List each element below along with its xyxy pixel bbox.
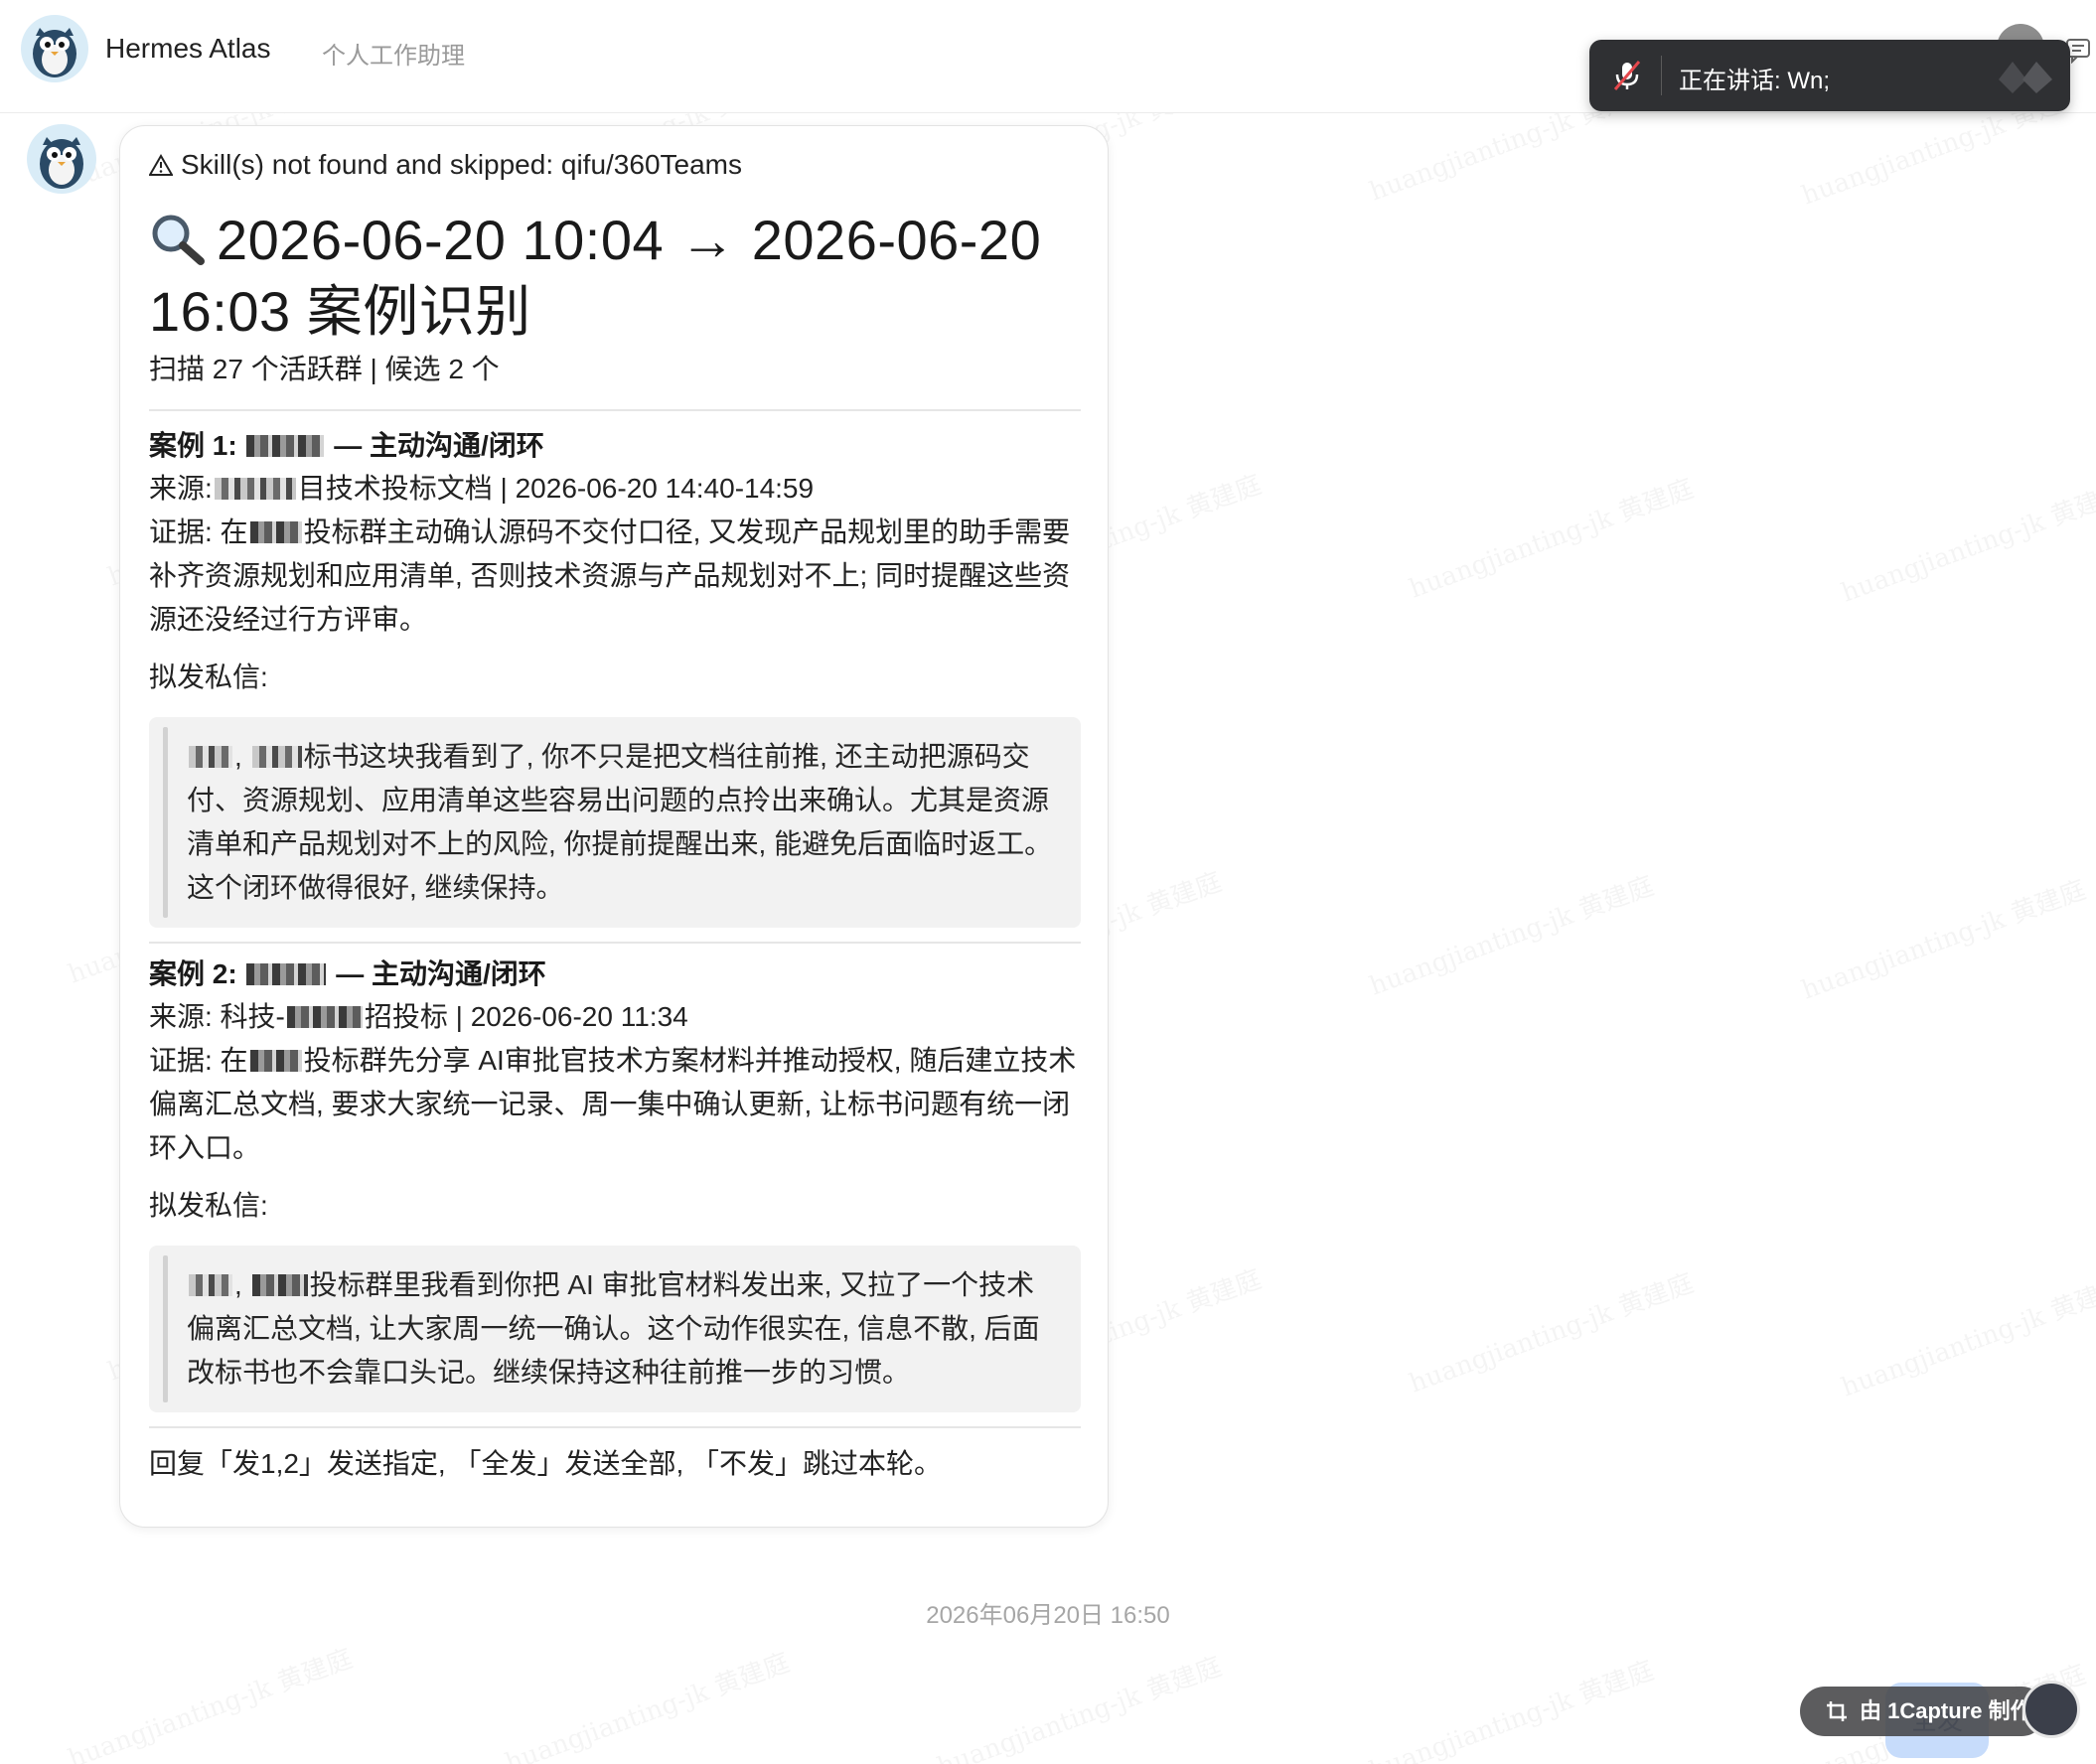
watermark-text: huangjianting-jk 黄建庭 [1796, 869, 2090, 1006]
draft-message-text: , 投标群里我看到你把 AI 审批官材料发出来, 又拉了一个技术偏离汇总文档, … [187, 1269, 1040, 1388]
divider [149, 409, 1081, 411]
redacted-group [249, 1050, 302, 1072]
redacted-project [251, 1274, 308, 1296]
scan-summary: 扫描 27 个活跃群 | 候选 2 个 [149, 354, 500, 384]
redacted-name [189, 1274, 232, 1296]
watermark-text: huangjianting-jk 黄建庭 [63, 1638, 357, 1764]
mic-off-icon[interactable] [1609, 58, 1645, 93]
speaking-indicator: 正在讲话: Wn; [1589, 40, 2070, 111]
meeting-logo-icon [1999, 62, 2052, 93]
speaking-divider [1661, 56, 1662, 95]
report-title-text: 2026-06-20 10:04 → 2026-06-20 16:03 案例识别 [149, 209, 1042, 343]
draft-message: , 投标群里我看到你把 AI 审批官材料发出来, 又拉了一个技术偏离汇总文档, … [149, 1246, 1081, 1412]
case-source: 来源: 目技术投标文档 | 2026-06-20 14:40-14:59 [149, 473, 815, 504]
case-tag: — 主动沟通/闭环 [334, 430, 544, 461]
case-label: 案例 2: [149, 958, 237, 989]
capture-author-avatar [2022, 1681, 2080, 1738]
warning-triangle-icon [149, 154, 173, 176]
divider [149, 1426, 1081, 1428]
bot-avatar[interactable] [20, 14, 89, 83]
warning-line: Skill(s) not found and skipped: qifu/360… [149, 145, 1081, 185]
watermark-text: huangjianting-jk 黄建庭 [500, 1642, 794, 1764]
redacted-project [251, 746, 302, 768]
reply-instructions: 回复「发1,2」发送指定, 「全发」发送全部, 「不发」跳过本轮。 [149, 1448, 943, 1479]
redacted-project [214, 478, 296, 500]
watermark-text: huangjianting-jk 黄建庭 [1836, 1266, 2096, 1403]
app-title: Hermes Atlas [105, 33, 271, 64]
case-heading: 案例 1: — 主动沟通/闭环 [149, 425, 1081, 467]
draft-label: 拟发私信: [149, 662, 268, 692]
case-evidence: 证据: 在投标群主动确认源码不交付口径, 又发现产品规划里的助手需要补齐资源规划… [149, 516, 1071, 635]
speaking-text: 正在讲话: Wn; [1679, 68, 1831, 94]
watermark-text: huangjianting-jk 黄建庭 [1364, 865, 1658, 1002]
warning-text: Skill(s) not found and skipped: qifu/360… [181, 149, 742, 180]
watermark-text: huangjianting-jk 黄建庭 [932, 1646, 1226, 1764]
divider [149, 942, 1081, 944]
case-label: 案例 1: [149, 430, 237, 461]
app-subtitle: 个人工作助理 [322, 43, 465, 70]
draft-message: , 标书这块我看到了, 你不只是把文档往前推, 还主动把源码交付、资源规划、应用… [149, 717, 1081, 928]
case-source: 来源: 科技- 招投标 | 2026-06-20 11:34 [149, 1001, 688, 1032]
redacted-group [249, 521, 302, 543]
message-content: Skill(s) not found and skipped: qifu/360… [149, 145, 1081, 1486]
capture-badge[interactable]: 由 1Capture 制作 [1800, 1687, 2046, 1736]
redacted-name [246, 963, 327, 985]
redacted-name [189, 746, 232, 768]
case-evidence: 证据: 在投标群先分享 AI审批官技术方案材料并推动授权, 随后建立技术偏离汇总… [149, 1045, 1077, 1163]
bot-message-avatar[interactable] [26, 123, 97, 195]
capture-badge-text: 由 1Capture 制作 [1860, 1698, 2032, 1723]
crop-icon [1827, 1701, 1847, 1721]
draft-label: 拟发私信: [149, 1190, 268, 1221]
magnifier-icon [152, 215, 205, 265]
redacted-project [286, 1006, 363, 1028]
watermark-text: huangjianting-jk 黄建庭 [1404, 468, 1698, 605]
message-timestamp: 2026年06月20日 16:50 [926, 1602, 1170, 1629]
case-heading: 案例 2: — 主动沟通/闭环 [149, 954, 1081, 995]
redacted-name [246, 435, 325, 457]
report-title: 2026-06-20 10:04 → 2026-06-20 16:03 案例识别 [149, 205, 1081, 348]
case-tag: — 主动沟通/闭环 [336, 958, 546, 989]
watermark-text: huangjianting-jk 黄建庭 [1836, 472, 2096, 609]
draft-message-text: , 标书这块我看到了, 你不只是把文档往前推, 还主动把源码交付、资源规划、应用… [187, 741, 1053, 903]
watermark-text: huangjianting-jk 黄建庭 [1364, 1650, 1658, 1764]
watermark-text: huangjianting-jk 黄建庭 [1404, 1262, 1698, 1399]
